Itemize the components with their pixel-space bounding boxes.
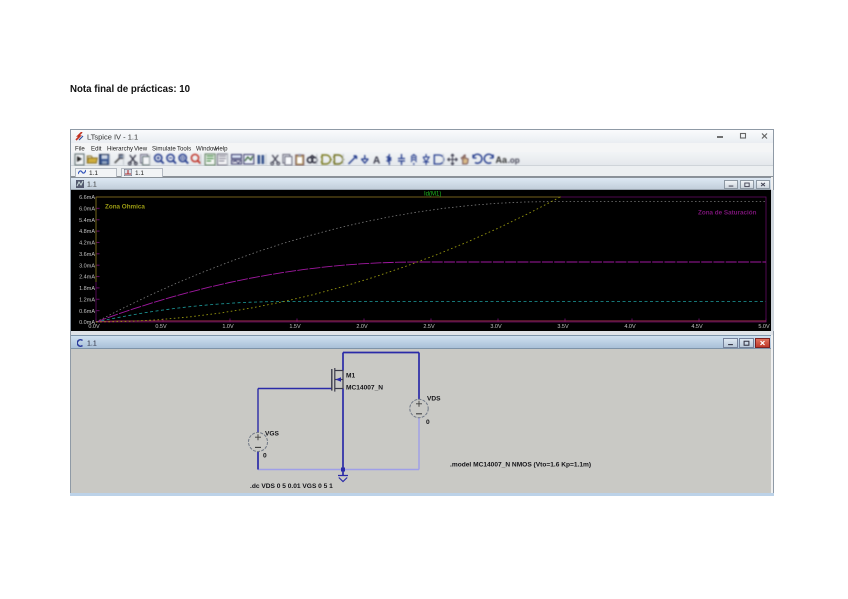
svg-text:0.0V: 0.0V [88,324,100,330]
svg-text:5.4mA: 5.4mA [79,218,95,224]
svg-text:1.5V: 1.5V [289,324,301,330]
svg-text:0.5V: 0.5V [155,324,167,330]
svg-text:M1: M1 [346,373,355,380]
svg-text:6.6mA: 6.6mA [79,195,95,201]
svg-text:0: 0 [263,453,267,460]
svg-text:3.6mA: 3.6mA [79,252,95,258]
svg-text:VGS: VGS [265,431,280,438]
svg-text:0.6mA: 0.6mA [79,309,95,315]
svg-text:0: 0 [426,419,430,426]
svg-text:6.0mA: 6.0mA [79,206,95,212]
svg-text:2.0V: 2.0V [356,324,368,330]
svg-text:2.4mA: 2.4mA [79,275,95,281]
svg-text:Id(M1): Id(M1) [424,192,441,198]
svg-text:4.8mA: 4.8mA [79,229,95,235]
svg-text:1.8mA: 1.8mA [79,286,95,292]
svg-text:2.5V: 2.5V [423,324,435,330]
svg-text:1.0V: 1.0V [222,324,234,330]
svg-text:A: A [373,156,380,167]
svg-text:.model MC14007_N NMOS (Vto=1.6: .model MC14007_N NMOS (Vto=1.6 Kp=1.1m) [450,462,591,469]
svg-text:Zona de Saturación: Zona de Saturación [698,210,757,217]
svg-text:3.5V: 3.5V [557,324,569,330]
svg-text:VDS: VDS [427,396,441,403]
svg-text:4.5V: 4.5V [691,324,703,330]
svg-text:3.0mA: 3.0mA [79,263,95,269]
svg-text:3.0V: 3.0V [490,324,502,330]
svg-text:.dc VDS 0 5 0.01 VGS 0 5 1: .dc VDS 0 5 0.01 VGS 0 5 1 [250,483,333,490]
svg-text:4.2mA: 4.2mA [79,241,95,247]
svg-text:5.0V: 5.0V [758,324,770,330]
svg-text:1.2mA: 1.2mA [79,297,95,303]
svg-text:Aa: Aa [496,155,508,165]
svg-text:MC14007_N: MC14007_N [346,385,383,392]
svg-text:.op: .op [508,156,520,165]
svg-text:4.0V: 4.0V [624,324,636,330]
svg-text:Zona Ohmica: Zona Ohmica [105,204,145,211]
